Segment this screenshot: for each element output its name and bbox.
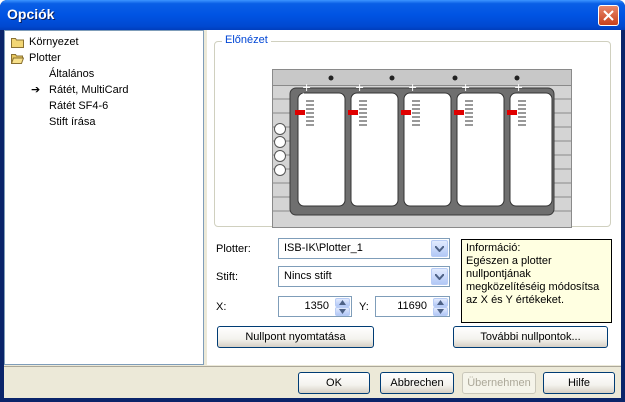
folder-open-icon: [11, 54, 24, 64]
svg-text:+: +: [355, 81, 364, 94]
x-value: 1350: [304, 300, 329, 312]
help-button[interactable]: Hilfe: [543, 372, 615, 394]
preview-image: + + + + + +: [272, 69, 572, 228]
x-spinner[interactable]: 1350: [278, 296, 352, 317]
tree-item-ratet-multicard[interactable]: ➔ Rátét, MultiCard: [31, 82, 191, 98]
svg-text:+: +: [408, 81, 417, 94]
arrow-right-icon: ➔: [31, 84, 41, 96]
preview-group-label: Előnézet: [222, 34, 271, 46]
plotter-label: Plotter:: [216, 243, 251, 255]
stift-select-value: Nincs stift: [284, 270, 332, 282]
more-nullpoints-button[interactable]: További nullpontok...: [453, 326, 608, 348]
arrow-down-icon: [437, 309, 444, 314]
preview-group: + + + + + +: [214, 41, 611, 228]
tree-item-label: Általános: [49, 68, 95, 80]
plotter-preview-graphic: + + + + + +: [272, 69, 572, 228]
info-text: Információ: Egészen a plotter nullpontjá…: [466, 242, 600, 306]
chevron-down-icon: [435, 274, 444, 280]
folder-closed-icon: [11, 38, 24, 48]
y-label: Y:: [359, 301, 369, 313]
svg-text:+: +: [461, 81, 470, 94]
window-title: Opciók: [7, 6, 55, 22]
x-spin-down-button[interactable]: [335, 307, 350, 316]
tree-item-label: Plotter: [29, 52, 61, 64]
tree-item-ratet-sf4-6[interactable]: Rátét SF4-6: [49, 98, 108, 114]
close-icon: [603, 10, 614, 21]
cancel-button[interactable]: Abbrechen: [380, 372, 454, 394]
plotter-dropdown-button[interactable]: [431, 240, 448, 257]
options-dialog: Opciók Környezet Plotter Általános ➔ Rát…: [0, 0, 625, 402]
y-spinner[interactable]: 11690: [375, 296, 450, 317]
stift-select[interactable]: Nincs stift: [278, 266, 450, 287]
info-box: Információ: Egészen a plotter nullpontjá…: [461, 239, 612, 323]
stift-dropdown-button[interactable]: [431, 268, 448, 285]
plotter-select-value: ISB-IK\Plotter_1: [284, 242, 363, 254]
tree-item-label: Környezet: [29, 36, 79, 48]
arrow-up-icon: [437, 300, 444, 305]
content-panel: + + + + + + Előnézet Plotter: ISB-IK\Plo…: [207, 30, 621, 365]
y-value: 11690: [397, 300, 427, 312]
tree-item-stift-irasa[interactable]: Stift írása: [49, 114, 95, 130]
dialog-body: Környezet Plotter Általános ➔ Rátét, Mul…: [4, 30, 621, 398]
tree-item-label: Stift írása: [49, 116, 96, 128]
title-bar[interactable]: Opciók: [0, 0, 625, 30]
apply-button[interactable]: Übernehmen: [462, 372, 536, 394]
tree-item-label: Rátét, MultiCard: [49, 84, 129, 96]
tree-item-label: Rátét SF4-6: [49, 100, 109, 112]
svg-text:+: +: [302, 81, 311, 94]
tree-item-altalanos[interactable]: Általános: [49, 66, 94, 82]
stift-label: Stift:: [216, 271, 239, 283]
svg-text:+: +: [514, 81, 523, 94]
ok-button[interactable]: OK: [298, 372, 370, 394]
chevron-down-icon: [435, 246, 444, 252]
y-spin-down-button[interactable]: [433, 307, 448, 316]
footer-separator: [4, 366, 621, 367]
plotter-select[interactable]: ISB-IK\Plotter_1: [278, 238, 450, 259]
x-spin-up-button[interactable]: [335, 298, 350, 307]
close-button[interactable]: [598, 5, 619, 26]
x-label: X:: [216, 301, 227, 313]
options-tree[interactable]: Környezet Plotter Általános ➔ Rátét, Mul…: [4, 30, 204, 365]
arrow-down-icon: [339, 309, 346, 314]
y-spin-up-button[interactable]: [433, 298, 448, 307]
print-nullpoint-button[interactable]: Nullpont nyomtatása: [217, 326, 374, 348]
arrow-up-icon: [339, 300, 346, 305]
